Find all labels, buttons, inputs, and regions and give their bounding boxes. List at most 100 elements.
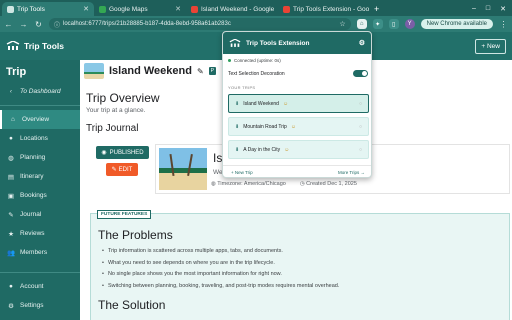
sidebar-item-planning[interactable]: ◍ Planning [0, 148, 80, 167]
globe-icon: ◍ [8, 154, 14, 162]
edit-label: EDIT [118, 166, 133, 173]
list-item-text: Switching between planning, booking, tra… [107, 282, 340, 289]
itinerary-icon: ▤ [7, 173, 15, 181]
trips-section-label: YOUR TRIPS [228, 85, 256, 90]
sidebar-item-locations[interactable]: ● Locations [0, 129, 80, 148]
solution-heading: The Solution [98, 298, 166, 312]
minimize-icon[interactable]: – [472, 5, 476, 13]
sidebar-item-label: Reviews [20, 230, 45, 237]
maps-favicon [99, 5, 106, 13]
sidebar-divider [0, 272, 80, 273]
account-icon: ● [9, 283, 13, 290]
edit-pencil-icon[interactable]: ✎ [197, 67, 204, 76]
trip-item-name: Island Weekend [243, 100, 279, 107]
sidebar-item-itinerary[interactable]: ▤ Itinerary [0, 167, 80, 186]
toggle-knob [362, 71, 367, 76]
side-panel-icon[interactable]: ▯ [388, 19, 399, 29]
extension-popup: Trip Tools Extension ⚙ Connected (uptime… [222, 31, 372, 178]
browser-tab-trip-tools[interactable]: Trip Tools ✕ [2, 2, 94, 16]
app-logo[interactable]: Trip Tools [6, 41, 64, 51]
profile-avatar[interactable]: Y [404, 19, 415, 29]
list-item: • What you need to see depends on where y… [102, 260, 339, 272]
reload-icon[interactable]: ↻ [34, 20, 43, 29]
new-tab-button[interactable]: + [374, 4, 379, 14]
overview-heading: Trip Overview [86, 91, 160, 105]
list-item-text: No single place shows you the most impor… [107, 271, 282, 277]
extension-title: Trip Tools Extension [246, 39, 310, 47]
new-trip-link[interactable]: + New Trip [231, 170, 253, 175]
browser-tab-island-weekend[interactable]: Island Weekend - Google ✕ [186, 2, 278, 16]
trip-item-island-weekend[interactable]: ⬇ Island Weekend ☺ ○ [228, 94, 369, 113]
future-features-badge: FUTURE FEATURES [97, 210, 152, 219]
gear-icon[interactable]: ⚙ [359, 39, 365, 47]
sidebar-bottom: ● Account ⚙ Settings [0, 268, 80, 315]
sidebar-item-label: Journal [20, 211, 42, 218]
browser-toolbar: ← → ↻ ⓘ localhost:6777/trips/21b28885-b1… [0, 16, 512, 32]
overview-subtitle: Your trip at a glance. [86, 107, 146, 114]
store-favicon [283, 5, 290, 13]
published-chip: P [208, 67, 216, 75]
timezone-text: Timezone: America/Chicago [217, 181, 286, 187]
chrome-menu-icon[interactable]: ⋮ [499, 20, 508, 29]
close-tab-icon[interactable]: ✕ [83, 5, 89, 13]
status-text: Connected (uptime: 0s) [234, 58, 281, 63]
sidebar-item-members[interactable]: 👥 Members [0, 243, 80, 262]
connection-status: Connected (uptime: 0s) [228, 58, 281, 63]
sidebar-item-overview[interactable]: ⌂ Overview [0, 110, 80, 129]
close-window-icon[interactable]: ✕ [500, 5, 506, 13]
sidebar-item-label: Account [20, 283, 44, 290]
browser-tab-strip: Trip Tools ✕ Google Maps ✕ Island Weeken… [0, 0, 512, 16]
bookmark-star-icon[interactable]: ☆ [339, 20, 345, 28]
forward-arrow-icon[interactable]: → [19, 20, 28, 29]
pin-icon: ⬇ [235, 146, 240, 153]
journal-card-meta: ◍ Timezone: America/Chicago ◷ Created De… [211, 181, 357, 187]
site-info-icon[interactable]: ⓘ [54, 20, 60, 29]
close-tab-icon[interactable]: ✕ [277, 5, 278, 13]
list-item-text: Trip information is scattered across mul… [107, 248, 283, 254]
published-button[interactable]: ◉ PUBLISHED [96, 146, 149, 159]
back-arrow-icon[interactable]: ← [4, 20, 13, 29]
palm-trunk [169, 153, 175, 177]
trip-item-day-in-the-city[interactable]: ⬇ A Day in the City ☺ ○ [228, 140, 369, 159]
edit-button[interactable]: ✎ EDIT [106, 163, 138, 176]
list-item-text: What you need to see depends on where yo… [107, 259, 275, 266]
browser-tab-extension[interactable]: Trip Tools Extension - Goo ✕ [278, 2, 370, 16]
text-selection-toggle[interactable] [353, 70, 368, 77]
created-date: ◷ Created Dec 1, 2025 [300, 181, 357, 187]
status-dot [228, 59, 231, 62]
sidebar-item-label: Locations [20, 135, 48, 142]
emoji-icon: ☺ [282, 100, 289, 107]
sidebar-item-settings[interactable]: ⚙ Settings [0, 296, 80, 315]
trip-tools-logo-icon [229, 38, 241, 47]
pin-icon: ⬇ [235, 100, 240, 107]
journal-card-title: Is [213, 151, 223, 165]
browser-tab-google-maps[interactable]: Google Maps ✕ [94, 2, 186, 16]
sidebar-item-bookings[interactable]: ▣ Bookings [0, 186, 80, 205]
emoji-icon: ☺ [284, 146, 290, 153]
close-tab-icon[interactable]: ✕ [175, 5, 181, 13]
new-button[interactable]: + New [475, 38, 506, 54]
chevron-left-icon: ‹ [9, 88, 13, 95]
update-chrome-button[interactable]: New Chrome available [420, 19, 493, 29]
sidebar-divider [0, 105, 80, 106]
extensions-puzzle-icon[interactable]: ✦ [372, 19, 383, 29]
sidebar-item-label: Planning [20, 154, 46, 161]
star-icon: ★ [8, 230, 14, 238]
url-text: localhost:6777/trips/21b28885-b187-4dda-… [63, 21, 231, 27]
sidebar-item-journal[interactable]: ✎ Journal [0, 205, 80, 224]
trip-tools-extension-icon[interactable]: ⌂ [356, 19, 367, 29]
list-item: • No single place shows you the most impo… [102, 271, 339, 283]
sidebar-item-label: Settings [20, 302, 44, 309]
radio-icon[interactable]: ○ [359, 124, 362, 130]
trip-item-mountain-road-trip[interactable]: ⬇ Mountain Road Trip ☺ ○ [228, 117, 369, 136]
radio-icon[interactable]: ○ [359, 147, 362, 153]
doc-favicon [191, 5, 198, 13]
address-bar[interactable]: ⓘ localhost:6777/trips/21b28885-b187-4dd… [49, 18, 351, 30]
more-trips-link[interactable]: More Trips → [338, 170, 365, 175]
maximize-icon[interactable]: □ [486, 5, 490, 13]
sidebar-item-dashboard[interactable]: ‹ To Dashboard [0, 82, 80, 101]
sidebar-item-reviews[interactable]: ★ Reviews [0, 224, 80, 243]
sidebar-item-account[interactable]: ● Account [0, 277, 80, 296]
radio-icon[interactable]: ○ [359, 101, 362, 107]
sidebar: Trip ‹ To Dashboard ⌂ Overview ● Locatio… [0, 60, 80, 320]
